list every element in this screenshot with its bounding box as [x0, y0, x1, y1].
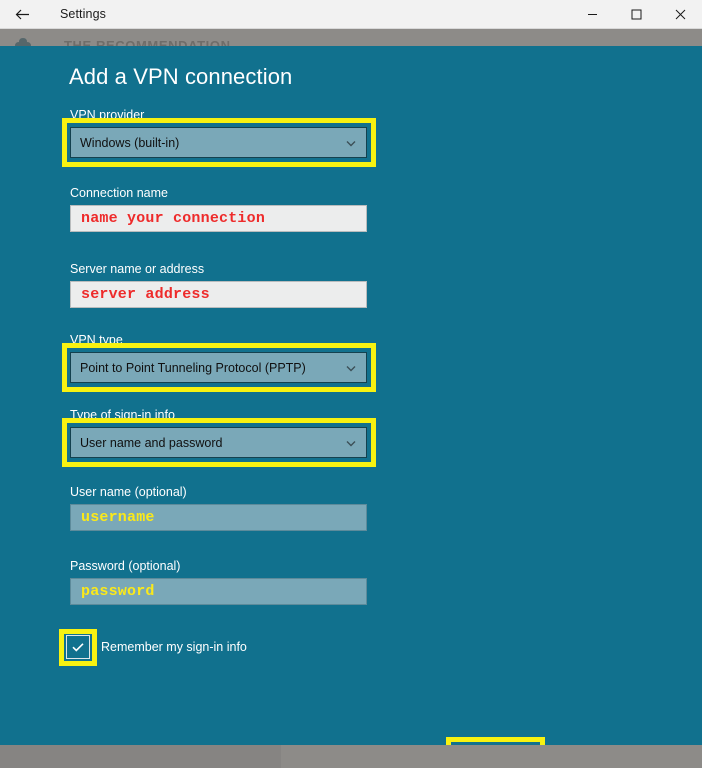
vpn-type-value: Point to Point Tunneling Protocol (PPTP): [80, 360, 306, 375]
maximize-button[interactable]: [614, 0, 658, 28]
app-icon: [12, 33, 34, 46]
remember-signin-row[interactable]: Remember my sign-in info: [66, 635, 247, 659]
server-address-input[interactable]: server address: [70, 281, 367, 308]
user-name-input[interactable]: username: [70, 504, 367, 531]
back-button[interactable]: [0, 0, 44, 28]
password-value: password: [81, 583, 155, 600]
user-name-label: User name (optional): [70, 485, 187, 499]
vpn-type-dropdown[interactable]: Point to Point Tunneling Protocol (PPTP): [70, 352, 367, 383]
bottom-strip: [0, 745, 702, 768]
chevron-down-icon: [344, 136, 358, 150]
signin-type-label: Type of sign-in info: [70, 408, 175, 422]
close-button[interactable]: [658, 0, 702, 28]
remember-signin-label: Remember my sign-in info: [101, 640, 247, 654]
chevron-down-icon: [344, 361, 358, 375]
remember-signin-checkbox[interactable]: [66, 635, 90, 659]
settings-window: Settings THE RECOMMENDATION Add a VPN co…: [0, 0, 702, 768]
vpn-provider-dropdown[interactable]: Windows (built-in): [70, 127, 367, 158]
connection-name-input[interactable]: name your connection: [70, 205, 367, 232]
password-input[interactable]: password: [70, 578, 367, 605]
window-title: Settings: [60, 7, 106, 21]
signin-type-dropdown[interactable]: User name and password: [70, 427, 367, 458]
vpn-type-label: VPN type: [70, 333, 123, 347]
server-address-label: Server name or address: [70, 262, 205, 276]
window-controls: [570, 0, 702, 28]
minimize-button[interactable]: [570, 0, 614, 28]
user-name-value: username: [81, 509, 155, 526]
bottom-strip-divider: [0, 745, 281, 768]
title-bar: Settings: [0, 0, 702, 29]
connection-name-label: Connection name: [70, 186, 168, 200]
signin-type-value: User name and password: [80, 435, 223, 450]
clipped-content-band: THE RECOMMENDATION: [0, 29, 702, 46]
vpn-provider-value: Windows (built-in): [80, 135, 180, 150]
connection-name-value: name your connection: [81, 210, 266, 227]
vpn-settings-page: Add a VPN connection VPN provider Window…: [0, 46, 702, 768]
password-label: Password (optional): [70, 559, 181, 573]
chevron-down-icon: [344, 436, 358, 450]
vpn-provider-label: VPN provider: [70, 108, 145, 122]
band-text: THE RECOMMENDATION: [64, 38, 231, 46]
page-title: Add a VPN connection: [69, 64, 293, 89]
server-address-value: server address: [81, 286, 210, 303]
